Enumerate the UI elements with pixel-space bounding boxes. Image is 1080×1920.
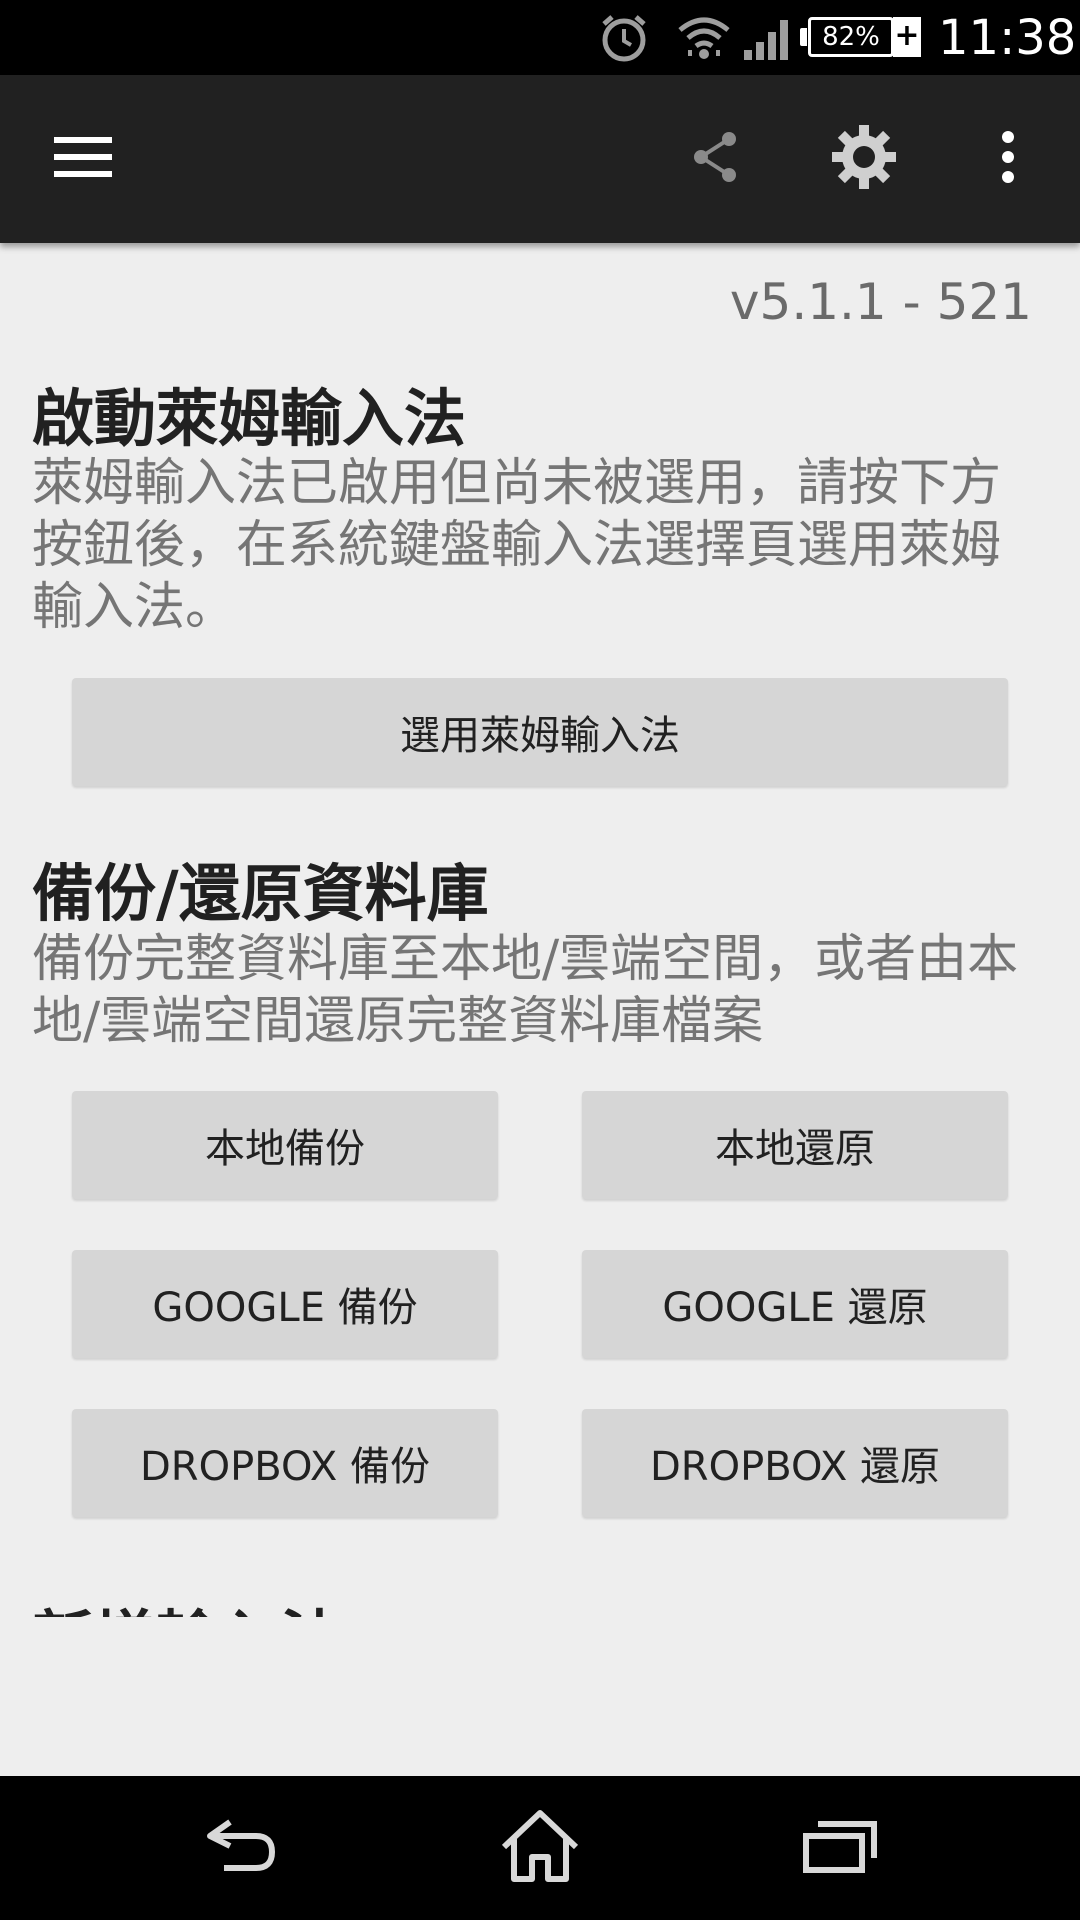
system-nav-bar [0, 1776, 1080, 1920]
recents-button[interactable] [780, 1798, 900, 1898]
signal-icon [742, 16, 792, 64]
backup-section-title: 備份/還原資料庫 [32, 857, 489, 930]
google-backup-button[interactable]: GOOGLE 備份 [72, 1250, 498, 1358]
share-icon [691, 130, 741, 188]
google-restore-button[interactable]: GOOGLE 還原 [582, 1250, 1008, 1358]
dropbox-restore-button[interactable]: DROPBOX 還原 [582, 1409, 1008, 1517]
alarm-icon [598, 12, 650, 68]
activate-section-title: 啟動萊姆輸入法 [32, 382, 467, 455]
app-screen: 82% + 11:38 v5.1.1 - 521 啟動萊姆輸入法 萊姆輸入法已啟… [0, 0, 1080, 1920]
home-button[interactable] [480, 1798, 600, 1898]
version-label: v5.1.1 - 521 [729, 273, 1032, 331]
back-button[interactable] [180, 1798, 300, 1898]
local-backup-button[interactable]: 本地備份 [72, 1091, 498, 1199]
settings-icon [832, 125, 896, 193]
battery-icon [800, 28, 807, 46]
recents-icon [802, 1818, 878, 1878]
home-icon [500, 1809, 580, 1887]
next-section-clip: 新增輸入法 [0, 1583, 1080, 1617]
select-ime-button[interactable]: 選用萊姆輸入法 [72, 678, 1008, 786]
more-vert-icon [1001, 131, 1015, 187]
backup-section-description: 備份完整資料庫至本地/雲端空間，或者由本地/雲端空間還原完整資料庫檔案 [32, 930, 1019, 1051]
app-toolbar [0, 75, 1080, 243]
main-content: v5.1.1 - 521 啟動萊姆輸入法 萊姆輸入法已啟用但尚未被選用，請按下方… [0, 243, 1080, 1617]
local-restore-button[interactable]: 本地還原 [582, 1091, 1008, 1199]
dropbox-backup-button[interactable]: DROPBOX 備份 [72, 1409, 498, 1517]
settings-button[interactable] [822, 117, 906, 201]
status-clock: 11:38 [938, 10, 1077, 66]
activate-section-description: 萊姆輸入法已啟用但尚未被選用，請按下方按鈕後，在系統鍵盤輸入法選擇頁選用萊姆輸入… [32, 454, 1002, 637]
menu-button[interactable] [42, 117, 126, 201]
share-button[interactable] [674, 117, 758, 201]
add-ime-section-title: 新增輸入法 [32, 1589, 342, 1617]
battery-level: 82% [808, 17, 894, 57]
back-icon [200, 1816, 280, 1880]
more-options-button[interactable] [966, 117, 1050, 201]
charging-indicator: + [893, 17, 921, 57]
wifi-icon [676, 14, 732, 66]
menu-icon [54, 135, 114, 183]
status-bar: 82% + 11:38 [0, 0, 1080, 75]
